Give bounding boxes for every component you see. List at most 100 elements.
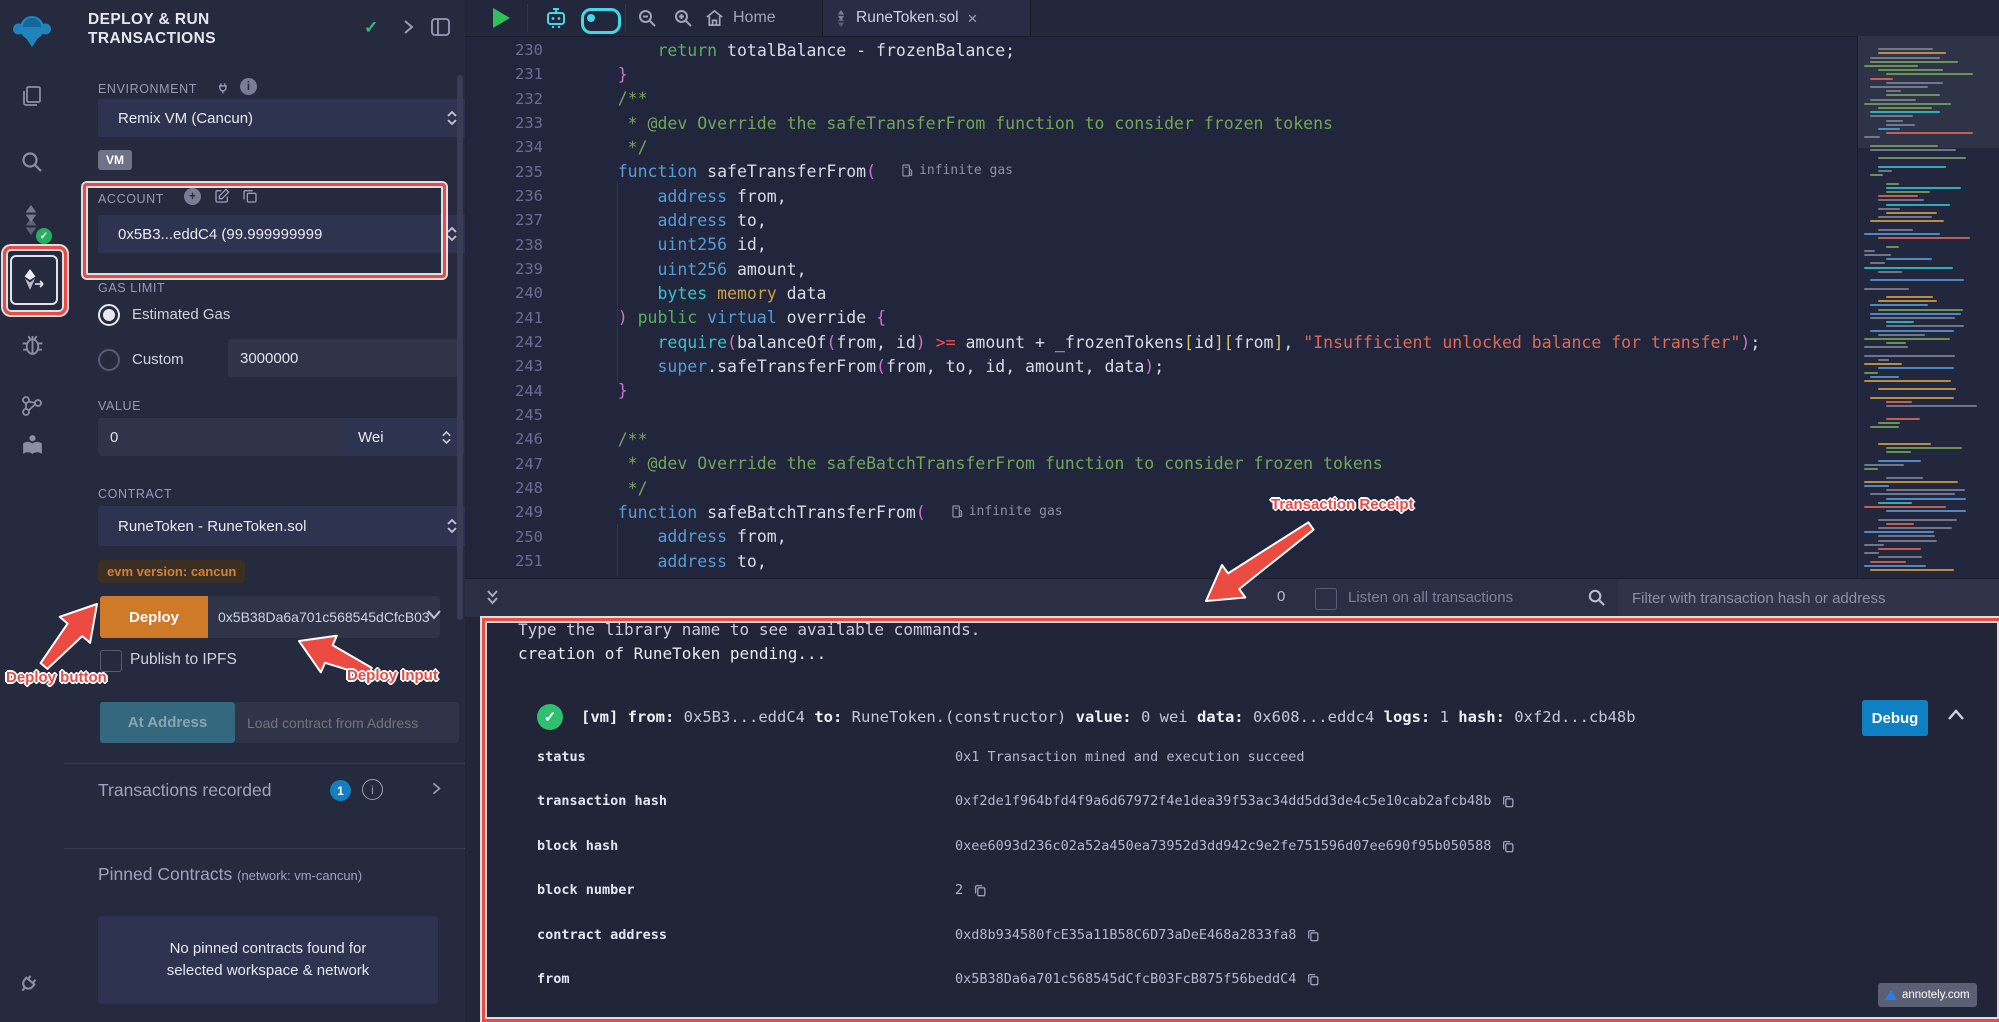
search-icon[interactable]: [18, 148, 46, 176]
transactions-expand-icon[interactable]: [430, 781, 442, 796]
terminal-annotation-box: [482, 618, 1999, 1022]
environment-select[interactable]: Remix VM (Cancun): [98, 99, 470, 137]
minimap-line: [1886, 204, 1950, 206]
copy-icon[interactable]: [1501, 839, 1515, 853]
learn-icon[interactable]: [18, 431, 46, 459]
watermark-text: annotely.com: [1902, 989, 1970, 1001]
debugger-icon[interactable]: [18, 330, 46, 358]
minimap-line: [1864, 65, 1918, 67]
toolbar-divider: [527, 4, 528, 32]
at-address-button[interactable]: At Address: [100, 702, 235, 743]
gas-limit-label: GAS LIMIT: [98, 281, 165, 295]
line-number: 237: [465, 211, 543, 229]
account-select[interactable]: 0x5B3...eddC4 (99.999999999: [98, 215, 470, 253]
minimap-line: [1878, 157, 1966, 159]
value-unit-select[interactable]: Wei: [344, 418, 464, 456]
workspaces-icon[interactable]: [18, 82, 46, 110]
run-script-icon[interactable]: [493, 8, 510, 28]
minimap-line: [1878, 502, 1912, 504]
minimap-line: [1878, 519, 1957, 521]
listen-all-checkbox[interactable]: [1315, 588, 1337, 610]
terminal-expand-icon[interactable]: [485, 589, 500, 606]
transactions-info-icon[interactable]: i: [362, 779, 383, 800]
edit-account-icon[interactable]: [214, 188, 230, 204]
plug-icon[interactable]: [216, 79, 231, 94]
custom-gas-input[interactable]: [228, 339, 459, 377]
minimap-line: [1870, 493, 1955, 495]
deploy-button[interactable]: Deploy: [100, 596, 208, 638]
remix-logo-icon[interactable]: [10, 8, 54, 52]
copy-icon[interactable]: [1501, 794, 1515, 808]
copy-icon[interactable]: [1306, 972, 1320, 986]
receipt-row-value: 2: [955, 882, 987, 898]
panel-check-icon: ✓: [364, 18, 378, 38]
line-number: 248: [465, 479, 543, 497]
minimap-line: [1886, 489, 1965, 491]
minimap-line: [1878, 388, 1956, 390]
minimap[interactable]: [1857, 36, 1999, 578]
collapse-receipt-icon[interactable]: [1947, 708, 1965, 721]
pinned-contracts-title: Pinned Contracts (network: vm-cancun): [98, 864, 362, 885]
line-number: 239: [465, 260, 543, 278]
editor-toolbar: Home RuneToken.sol ×: [465, 0, 1999, 37]
minimap-line: [1886, 187, 1961, 189]
add-account-icon[interactable]: +: [184, 188, 201, 205]
terminal-filter-input[interactable]: [1618, 579, 1999, 617]
ai-toggle-icon[interactable]: [581, 8, 621, 34]
environment-info-icon[interactable]: i: [240, 78, 257, 95]
estimated-gas-radio[interactable]: [98, 304, 120, 326]
contract-value: RuneToken - RuneToken.sol: [118, 518, 446, 535]
plugin-connect-icon[interactable]: [16, 968, 44, 996]
value-input[interactable]: [98, 418, 362, 456]
minimap-line: [1864, 355, 1955, 357]
zoom-in-icon[interactable]: [673, 8, 693, 28]
line-number: 230: [465, 41, 543, 59]
minimap-line: [1864, 380, 1951, 382]
deploy-expand-icon[interactable]: [426, 609, 442, 621]
at-address-input[interactable]: [235, 702, 459, 743]
copy-icon[interactable]: [973, 883, 987, 897]
copy-icon[interactable]: [1306, 928, 1320, 942]
line-number: 240: [465, 284, 543, 302]
minimap-line: [1886, 124, 1915, 126]
minimap-line: [1878, 195, 1918, 197]
zoom-out-icon[interactable]: [637, 8, 657, 28]
minimap-line: [1870, 111, 1940, 113]
code-lines[interactable]: 230 return totalBalance - frozenBalance;…: [465, 36, 1857, 578]
custom-gas-radio[interactable]: [98, 349, 120, 371]
minimap-line: [1886, 183, 1899, 185]
ai-assistant-icon[interactable]: [543, 5, 569, 31]
contract-select[interactable]: RuneToken - RuneToken.sol: [98, 506, 470, 546]
solidity-file-icon: [835, 10, 847, 27]
line-number: 243: [465, 357, 543, 375]
custom-gas-label: Custom: [132, 351, 184, 368]
debug-button[interactable]: Debug: [1862, 700, 1928, 736]
line-number: 234: [465, 138, 543, 156]
minimap-line: [1864, 372, 1878, 374]
contract-label: CONTRACT: [98, 487, 172, 501]
tab-home[interactable]: Home: [705, 0, 776, 36]
copy-account-icon[interactable]: [242, 188, 258, 204]
minimap-line: [1878, 237, 1970, 239]
deploy-input[interactable]: [208, 596, 440, 638]
receipt-row-label: status: [537, 749, 586, 765]
receipt-row-value: 0xd8b934580fcE35a11B58C6D73aDeE468a2833f…: [955, 927, 1320, 943]
panel-layout-icon[interactable]: [431, 18, 450, 36]
minimap-line: [1878, 359, 1889, 361]
vm-badge: VM: [98, 150, 132, 170]
tab-close-icon[interactable]: ×: [968, 10, 978, 27]
panel-scrollbar[interactable]: [457, 75, 463, 620]
minimap-line: [1878, 460, 1921, 462]
tx-summary-line[interactable]: [vm] from: 0x5B3...eddC4 to: RuneToken.(…: [581, 708, 1636, 726]
value-label: VALUE: [98, 399, 141, 413]
panel-forward-icon[interactable]: [401, 19, 415, 35]
terminal-search-icon[interactable]: [1587, 588, 1606, 607]
minimap-line: [1886, 510, 1966, 512]
deploy-run-tab-icon[interactable]: [10, 255, 58, 305]
tab-runetoken[interactable]: RuneToken.sol ×: [822, 0, 1031, 36]
divider: [64, 848, 465, 849]
plugin-manager-icon[interactable]: [18, 392, 46, 420]
minimap-line: [1870, 317, 1955, 319]
deploy-button-annotation: Deploy button: [6, 669, 107, 686]
minimap-line: [1886, 477, 1923, 479]
